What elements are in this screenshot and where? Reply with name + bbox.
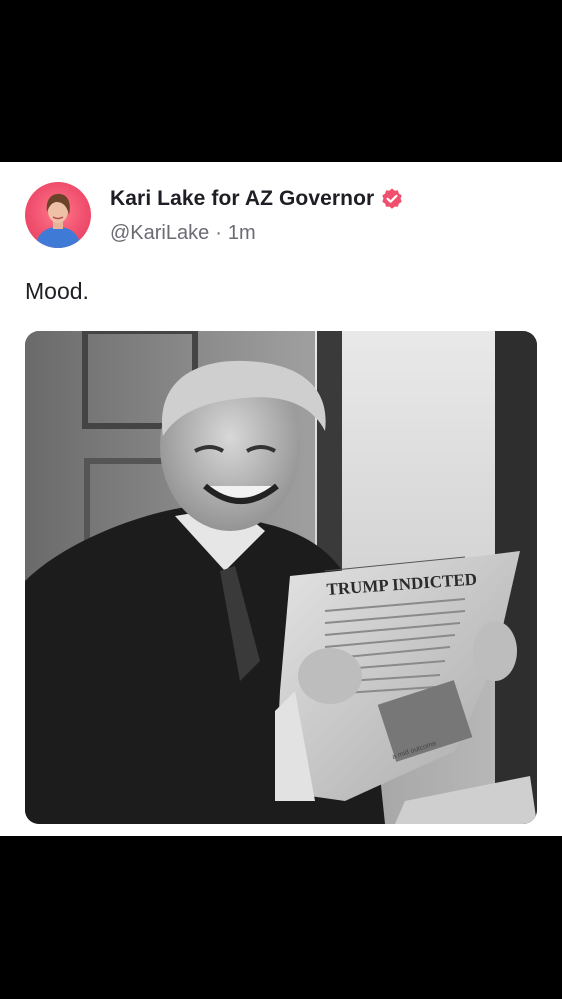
author-avatar[interactable]	[25, 182, 91, 248]
post-timestamp[interactable]: 1m	[228, 222, 256, 244]
author-name-row[interactable]: Kari Lake for AZ Governor	[110, 184, 404, 214]
verified-badge-icon	[382, 188, 402, 209]
post-meta: @KariLake · 1m	[110, 222, 256, 245]
author-display-name[interactable]: Kari Lake for AZ Governor	[110, 187, 374, 211]
post-media-image[interactable]: TRUMP INDICTED a mid outcome	[25, 331, 537, 824]
post-text: Mood.	[25, 278, 89, 304]
post-card[interactable]: Kari Lake for AZ Governor @KariLake · 1m M…	[0, 162, 562, 836]
newspaper-photo-icon: TRUMP INDICTED a mid outcome	[25, 331, 537, 824]
meta-separator: ·	[215, 222, 222, 244]
author-handle[interactable]: @KariLake	[110, 222, 209, 244]
profile-photo-icon	[35, 193, 81, 248]
